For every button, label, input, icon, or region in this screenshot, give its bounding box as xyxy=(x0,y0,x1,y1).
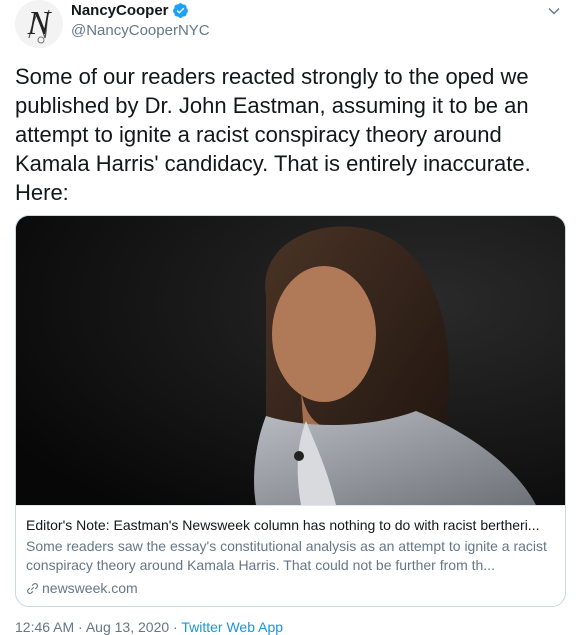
tweet-header: N NancyCooper @NancyCooperNYC xyxy=(15,0,565,52)
tweet-meta: 12:46 AM · Aug 13, 2020 · Twitter Web Ap… xyxy=(15,619,283,635)
link-card[interactable]: Editor's Note: Eastman's Newsweek column… xyxy=(15,215,566,607)
avatar-logo-icon: N xyxy=(15,0,63,48)
author-name-row[interactable]: NancyCooper xyxy=(71,2,189,19)
card-domain-text: newsweek.com xyxy=(42,580,138,596)
tweet-text: Some of our readers reacted strongly to … xyxy=(15,64,531,205)
card-body[interactable]: Editor's Note: Eastman's Newsweek column… xyxy=(16,505,565,598)
display-name[interactable]: NancyCooper xyxy=(71,2,169,19)
card-image[interactable] xyxy=(16,216,565,505)
card-title: Editor's Note: Eastman's Newsweek column… xyxy=(26,517,540,533)
card-domain: newsweek.com xyxy=(26,579,555,598)
meta-separator-2: · xyxy=(173,619,178,635)
card-description: Some readers saw the essay's constitutio… xyxy=(26,538,547,573)
card-photo xyxy=(16,216,565,505)
tweet-time[interactable]: 12:46 AM xyxy=(15,619,74,635)
tweet-source-app[interactable]: Twitter Web App xyxy=(181,619,283,635)
author-handle[interactable]: @NancyCooperNYC xyxy=(71,22,210,39)
tweet-date[interactable]: Aug 13, 2020 xyxy=(86,619,169,635)
avatar[interactable]: N xyxy=(15,0,63,48)
link-icon xyxy=(27,583,38,594)
chevron-down-icon[interactable] xyxy=(547,4,561,18)
avatar-letter: N xyxy=(27,5,53,42)
verified-badge-icon xyxy=(172,3,188,18)
meta-separator: · xyxy=(78,619,83,635)
